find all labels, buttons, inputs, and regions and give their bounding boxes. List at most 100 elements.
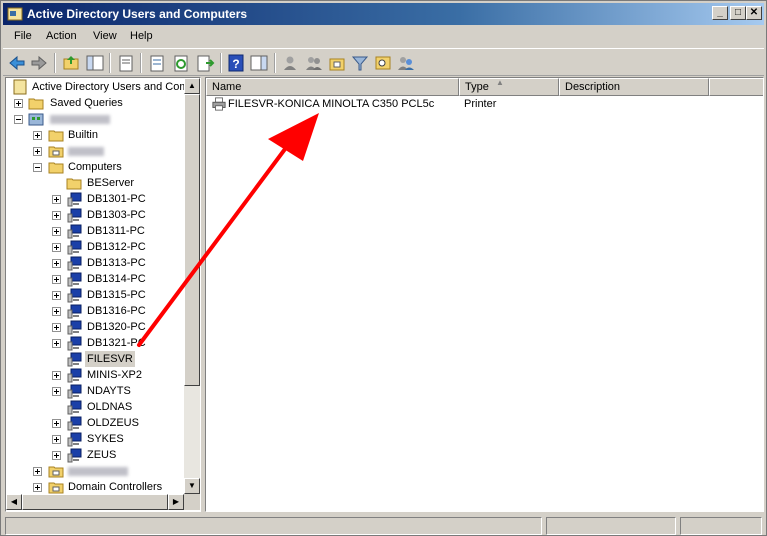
- new-ou-icon[interactable]: [327, 53, 347, 73]
- tree-node-computer[interactable]: DB1321-PC: [6, 335, 184, 351]
- sort-ascending-icon: ▲: [496, 78, 504, 87]
- tree-node-computer[interactable]: BEServer: [6, 175, 184, 191]
- filter-icon[interactable]: [350, 53, 370, 73]
- list-item[interactable]: FILESVR-KONICA MINOLTA C350 PCL5c Printe…: [210, 96, 750, 112]
- tree-node-computer[interactable]: NDAYTS: [6, 383, 184, 399]
- minimize-button[interactable]: _: [712, 6, 728, 20]
- expand-toggle[interactable]: [14, 99, 23, 108]
- expand-toggle[interactable]: [52, 451, 61, 460]
- tree-node-computer[interactable]: OLDZEUS: [6, 415, 184, 431]
- tree-node-builtin[interactable]: Builtin: [6, 127, 184, 143]
- menu-view[interactable]: View: [93, 30, 117, 42]
- tree-node-label: DB1316-PC: [87, 305, 146, 317]
- tree-node-domain[interactable]: [6, 111, 184, 127]
- tree-node-computer[interactable]: OLDNAS: [6, 399, 184, 415]
- expand-toggle[interactable]: [52, 195, 61, 204]
- scroll-left-icon[interactable]: ◀: [6, 494, 22, 510]
- scroll-right-icon[interactable]: ▶: [168, 494, 184, 510]
- title-bar[interactable]: Active Directory Users and Computers _ □…: [3, 3, 764, 25]
- tree-node-computer[interactable]: DB1320-PC: [6, 319, 184, 335]
- expand-toggle[interactable]: [33, 147, 42, 156]
- expand-toggle[interactable]: [52, 307, 61, 316]
- expand-toggle[interactable]: [52, 227, 61, 236]
- column-header-type-label: Type: [465, 81, 489, 93]
- action-pane-icon[interactable]: [249, 53, 269, 73]
- tree-node-computer[interactable]: MINIS-XP2: [6, 367, 184, 383]
- tree-node-computer[interactable]: SYKES: [6, 431, 184, 447]
- tree-node-root[interactable]: Active Directory Users and Com: [6, 79, 189, 95]
- expand-toggle[interactable]: [52, 275, 61, 284]
- expand-toggle[interactable]: [33, 131, 42, 140]
- expand-toggle[interactable]: [52, 435, 61, 444]
- tree-node-label: DB1315-PC: [87, 289, 146, 301]
- tree-vertical-scrollbar[interactable]: ▲ ▼: [184, 78, 200, 494]
- new-group-icon[interactable]: [304, 53, 324, 73]
- export-list-icon[interactable]: [147, 53, 167, 73]
- refresh-icon[interactable]: [171, 53, 191, 73]
- expand-toggle[interactable]: [52, 211, 61, 220]
- tree-node-computer-selected[interactable]: FILESVR: [6, 351, 184, 367]
- up-folder-icon[interactable]: [61, 53, 81, 73]
- ou-icon: [48, 146, 64, 158]
- scroll-thumb[interactable]: [22, 494, 168, 510]
- blurred-domain-name: [48, 111, 112, 127]
- tree-node-domain-controllers[interactable]: Domain Controllers: [6, 479, 184, 495]
- tree-node-computer[interactable]: ZEUS: [6, 447, 184, 463]
- tree-node-computer[interactable]: DB1315-PC: [6, 287, 184, 303]
- collapse-toggle[interactable]: [33, 163, 42, 172]
- tree-node-ou-redacted[interactable]: [6, 463, 184, 479]
- tree-node-label: OLDZEUS: [87, 417, 139, 429]
- tree-node-computers[interactable]: Computers: [6, 159, 184, 175]
- add-to-group-icon[interactable]: [396, 53, 416, 73]
- column-header-filler: [709, 78, 763, 96]
- expand-toggle[interactable]: [52, 243, 61, 252]
- find-icon[interactable]: [373, 53, 393, 73]
- column-header-type[interactable]: Type: [459, 78, 559, 96]
- tree-horizontal-scrollbar[interactable]: ◀ ▶: [6, 494, 184, 510]
- tree-node-saved-queries[interactable]: Saved Queries: [6, 95, 184, 111]
- computer-icon: [67, 208, 82, 223]
- column-header-description[interactable]: Description: [559, 78, 709, 96]
- details-list[interactable]: Name Type ▲ Description FILESVR-KONICA M…: [205, 77, 764, 512]
- tree-node-ou-redacted[interactable]: [6, 143, 184, 159]
- expand-toggle[interactable]: [33, 467, 42, 476]
- new-user-icon[interactable]: [281, 53, 301, 73]
- back-icon[interactable]: [7, 53, 27, 73]
- collapse-toggle[interactable]: [14, 115, 23, 124]
- expand-toggle[interactable]: [33, 483, 42, 492]
- tree-node-computer[interactable]: DB1314-PC: [6, 271, 184, 287]
- tree-node-label: DB1312-PC: [87, 241, 146, 253]
- menu-file[interactable]: File: [14, 30, 32, 42]
- tree-node-computer[interactable]: DB1312-PC: [6, 239, 184, 255]
- console-tree[interactable]: Active Directory Users and Com Saved Que…: [5, 77, 201, 512]
- export-icon[interactable]: [195, 53, 215, 73]
- menu-help[interactable]: Help: [130, 30, 153, 42]
- scroll-down-icon[interactable]: ▼: [184, 478, 200, 494]
- tree-node-computer[interactable]: DB1316-PC: [6, 303, 184, 319]
- tree-node-computer[interactable]: DB1313-PC: [6, 255, 184, 271]
- expand-toggle[interactable]: [52, 339, 61, 348]
- tree-node-computer[interactable]: DB1303-PC: [6, 207, 184, 223]
- expand-toggle[interactable]: [52, 323, 61, 332]
- tree-node-label: DB1303-PC: [87, 209, 146, 221]
- maximize-button[interactable]: □: [730, 6, 746, 20]
- menu-action[interactable]: Action: [46, 30, 77, 42]
- ad-snapin-icon: [13, 79, 27, 95]
- scroll-thumb[interactable]: [184, 94, 200, 386]
- computer-icon: [67, 368, 82, 383]
- properties-icon[interactable]: [116, 53, 136, 73]
- expand-toggle[interactable]: [52, 259, 61, 268]
- column-header-name[interactable]: Name: [206, 78, 459, 96]
- forward-icon[interactable]: [29, 53, 49, 73]
- help-icon[interactable]: ?: [226, 53, 246, 73]
- folder-open-icon: [48, 162, 64, 174]
- show-console-tree-icon[interactable]: [85, 53, 105, 73]
- expand-toggle[interactable]: [52, 371, 61, 380]
- tree-node-computer[interactable]: DB1311-PC: [6, 223, 184, 239]
- expand-toggle[interactable]: [52, 387, 61, 396]
- scroll-up-icon[interactable]: ▲: [184, 78, 200, 94]
- close-button[interactable]: ✕: [746, 6, 762, 20]
- expand-toggle[interactable]: [52, 291, 61, 300]
- tree-node-computer[interactable]: DB1301-PC: [6, 191, 184, 207]
- expand-toggle[interactable]: [52, 419, 61, 428]
